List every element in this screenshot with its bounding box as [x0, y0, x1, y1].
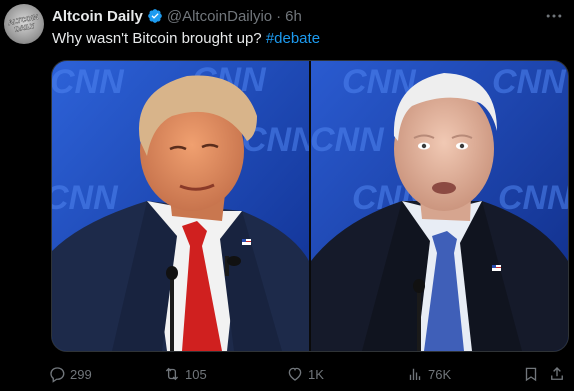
repost-button[interactable]: 105 — [163, 364, 207, 384]
handle[interactable]: @AltcoinDailyio — [167, 8, 272, 25]
timestamp[interactable]: 6h — [285, 8, 302, 25]
views-count: 76K — [428, 366, 452, 382]
tweet-text: Why wasn't Bitcoin brought up? #debate — [52, 29, 320, 49]
share-icon — [551, 367, 563, 380]
separator-dot: · — [276, 7, 282, 25]
reply-icon — [50, 367, 65, 383]
avatar-logo-icon: ALTCOIN DAILY — [7, 14, 39, 34]
like-button[interactable]: 1K — [286, 364, 324, 384]
repost-count: 105 — [185, 366, 207, 382]
tweet: ALTCOIN DAILY Altcoin Daily @AltcoinDail… — [0, 0, 574, 391]
panel-divider — [309, 61, 311, 351]
heart-icon — [288, 367, 302, 381]
more-options-icon[interactable] — [544, 6, 564, 26]
svg-text:CNN: CNN — [310, 121, 385, 159]
reply-button[interactable]: 299 — [48, 364, 92, 384]
hashtag-link[interactable]: #debate — [266, 30, 320, 47]
tweet-actions: 299 105 1K 76K — [48, 364, 574, 384]
tweet-header: Altcoin Daily @AltcoinDailyio · 6h — [52, 6, 302, 26]
svg-text:CNN: CNN — [498, 179, 568, 217]
share-button[interactable] — [548, 364, 566, 384]
verified-badge-icon — [148, 9, 162, 23]
tweet-media-image[interactable]: CNN CNN CNN CNN CNN CNN CNN CNN CNN — [51, 60, 569, 352]
display-name[interactable]: Altcoin Daily — [52, 8, 143, 25]
svg-text:CNN: CNN — [52, 63, 125, 101]
bookmark-icon — [525, 367, 537, 382]
views-icon — [409, 368, 421, 380]
views-button[interactable]: 76K — [406, 364, 451, 384]
svg-text:CNN: CNN — [52, 179, 119, 217]
reply-count: 299 — [70, 366, 92, 382]
avatar[interactable]: ALTCOIN DAILY — [4, 4, 44, 44]
repost-icon — [165, 367, 179, 381]
bookmark-button[interactable] — [522, 364, 540, 384]
like-count: 1K — [308, 366, 324, 382]
debate-still-image: CNN CNN CNN CNN CNN CNN CNN CNN CNN — [52, 61, 568, 351]
tweet-body: Why wasn't Bitcoin brought up? — [52, 30, 266, 47]
svg-text:CNN: CNN — [492, 63, 567, 101]
